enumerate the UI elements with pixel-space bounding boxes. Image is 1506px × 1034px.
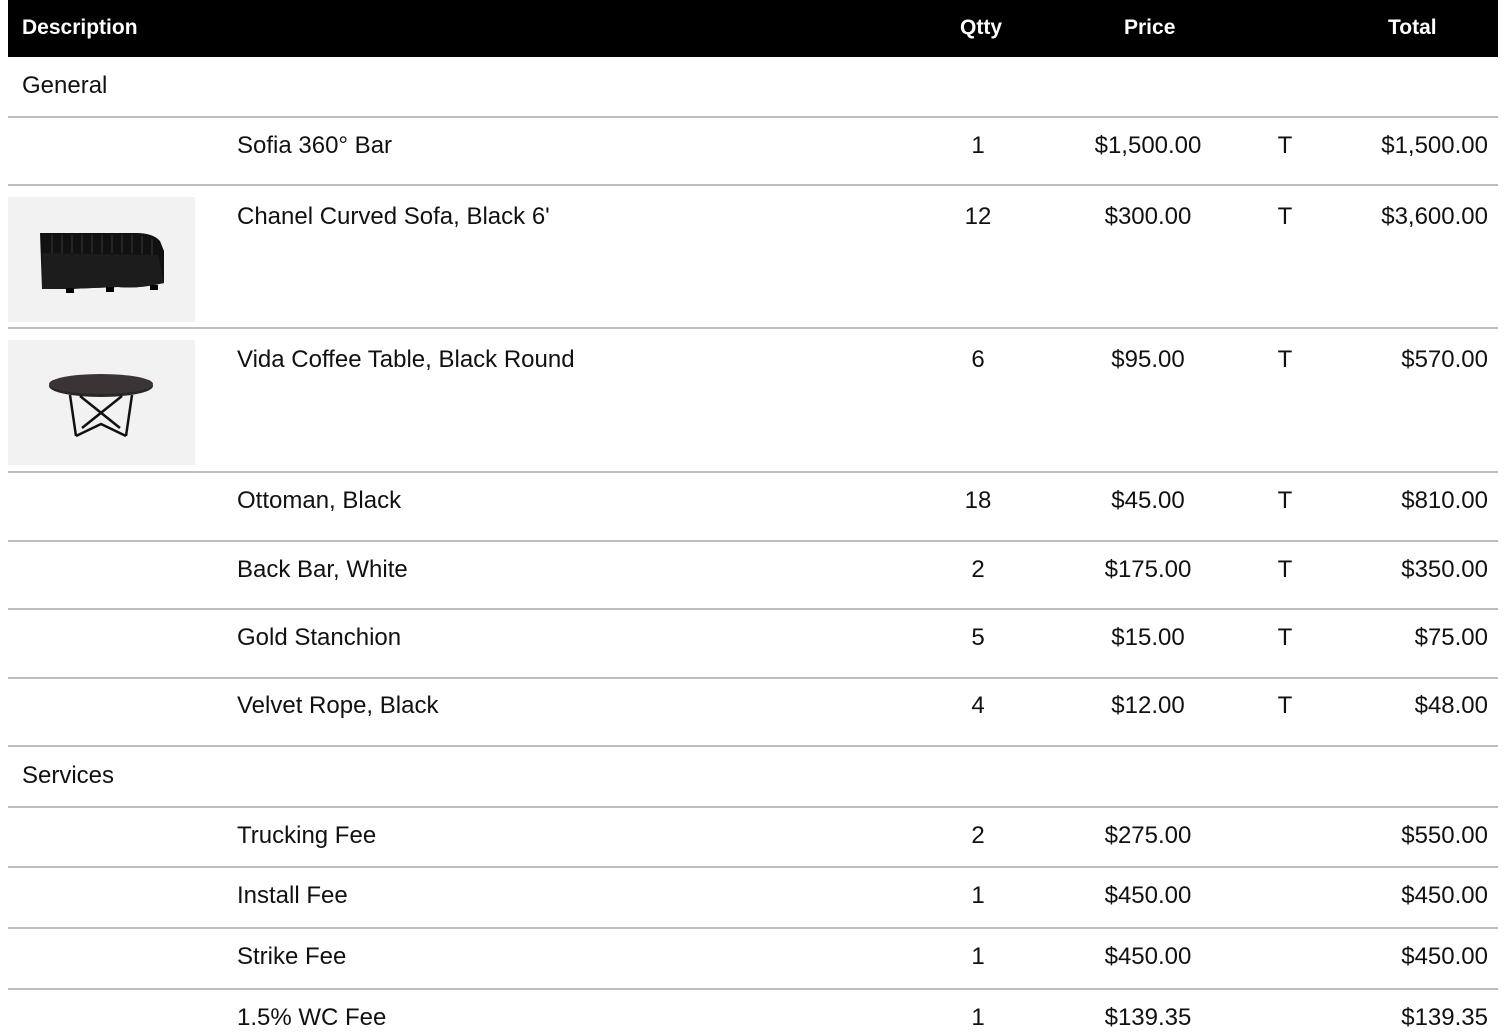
- table-row: Vida Coffee Table, Black Round 6 $95.00 …: [8, 340, 1498, 470]
- item-tax: T: [1277, 692, 1293, 719]
- section-title: General: [22, 72, 108, 99]
- item-price: $15.00: [1111, 624, 1185, 651]
- section-services: Services: [8, 762, 1498, 806]
- table-row: Chanel Curved Sofa, Black 6' 12 $300.00 …: [8, 197, 1498, 327]
- item-description: 1.5% WC Fee: [237, 1004, 387, 1031]
- item-description: Install Fee: [237, 882, 348, 909]
- item-qty: 5: [971, 624, 985, 651]
- header-price: Price: [1124, 16, 1176, 39]
- item-qty: 1: [971, 943, 985, 970]
- item-tax: T: [1277, 624, 1293, 651]
- item-total: $450.00: [1401, 943, 1488, 970]
- item-price: $45.00: [1111, 487, 1185, 514]
- item-price: $175.00: [1104, 556, 1192, 583]
- item-total: $810.00: [1401, 487, 1488, 514]
- item-price: $1,500.00: [1094, 132, 1202, 159]
- item-price: $95.00: [1111, 346, 1185, 373]
- item-price: $450.00: [1104, 882, 1192, 909]
- divider: [8, 988, 1498, 990]
- divider: [8, 116, 1498, 118]
- sofa-icon: [8, 197, 195, 322]
- table-row: Gold Stanchion 5 $15.00 T $75.00: [8, 624, 1498, 676]
- item-total: $450.00: [1401, 882, 1488, 909]
- item-tax: T: [1277, 132, 1293, 159]
- section-general: General: [8, 72, 1498, 116]
- item-total: $1,500.00: [1381, 132, 1488, 159]
- table-icon: [8, 340, 195, 465]
- header-description: Description: [22, 16, 138, 39]
- item-tax: T: [1277, 487, 1293, 514]
- divider: [8, 745, 1498, 747]
- item-qty: 2: [971, 822, 985, 849]
- divider: [8, 184, 1498, 186]
- item-tax: T: [1277, 203, 1293, 230]
- item-description: Strike Fee: [237, 943, 347, 970]
- divider: [8, 471, 1498, 473]
- table-row: Strike Fee 1 $450.00 $450.00: [8, 943, 1498, 987]
- item-qty: 1: [971, 882, 985, 909]
- divider: [8, 608, 1498, 610]
- item-qty: 2: [971, 556, 985, 583]
- item-tax: T: [1277, 556, 1293, 583]
- table-row: Sofia 360° Bar 1 $1,500.00 T $1,500.00: [8, 132, 1498, 184]
- divider: [8, 540, 1498, 542]
- divider: [8, 927, 1498, 929]
- item-price: $12.00: [1111, 692, 1185, 719]
- item-total: $550.00: [1401, 822, 1488, 849]
- item-total: $75.00: [1414, 624, 1488, 651]
- item-qty: 4: [971, 692, 985, 719]
- item-qty: 6: [971, 346, 985, 373]
- item-total: $48.00: [1414, 692, 1488, 719]
- table-row: Back Bar, White 2 $175.00 T $350.00: [8, 556, 1498, 608]
- divider: [8, 866, 1498, 868]
- item-tax: T: [1277, 346, 1293, 373]
- table-row: Ottoman, Black 18 $45.00 T $810.00: [8, 487, 1498, 539]
- item-price: $300.00: [1104, 203, 1192, 230]
- item-description: Ottoman, Black: [237, 487, 402, 514]
- item-description: Sofia 360° Bar: [237, 132, 393, 159]
- item-description: Velvet Rope, Black: [237, 692, 439, 719]
- item-qty: 1: [971, 132, 985, 159]
- divider: [8, 327, 1498, 329]
- item-description: Trucking Fee: [237, 822, 377, 849]
- item-description: Chanel Curved Sofa, Black 6': [237, 203, 550, 230]
- table-row: 1.5% WC Fee 1 $139.35 $139.35: [8, 1004, 1498, 1034]
- item-qty: 1: [971, 1004, 985, 1031]
- section-title: Services: [22, 762, 115, 789]
- item-price: $450.00: [1104, 943, 1192, 970]
- item-price: $275.00: [1104, 822, 1192, 849]
- item-description: Gold Stanchion: [237, 624, 402, 651]
- divider: [8, 806, 1498, 808]
- item-description: Vida Coffee Table, Black Round: [237, 346, 575, 373]
- item-total: $139.35: [1401, 1004, 1488, 1031]
- item-qty: 12: [964, 203, 992, 230]
- item-total: $3,600.00: [1381, 203, 1488, 230]
- table-header: Description Qtty Price Total: [8, 0, 1498, 57]
- table-row: Velvet Rope, Black 4 $12.00 T $48.00: [8, 692, 1498, 744]
- table-row: Trucking Fee 2 $275.00 $550.00: [8, 822, 1498, 866]
- item-qty: 18: [964, 487, 992, 514]
- divider: [8, 677, 1498, 679]
- table-row: Install Fee 1 $450.00 $450.00: [8, 882, 1498, 926]
- header-total: Total: [1388, 16, 1437, 39]
- item-description: Back Bar, White: [237, 556, 408, 583]
- item-total: $350.00: [1401, 556, 1488, 583]
- item-total: $570.00: [1401, 346, 1488, 373]
- line-items-table: Description Qtty Price Total General Sof…: [0, 0, 1506, 1034]
- header-qty: Qtty: [960, 16, 1002, 39]
- item-price: $139.35: [1104, 1004, 1192, 1031]
